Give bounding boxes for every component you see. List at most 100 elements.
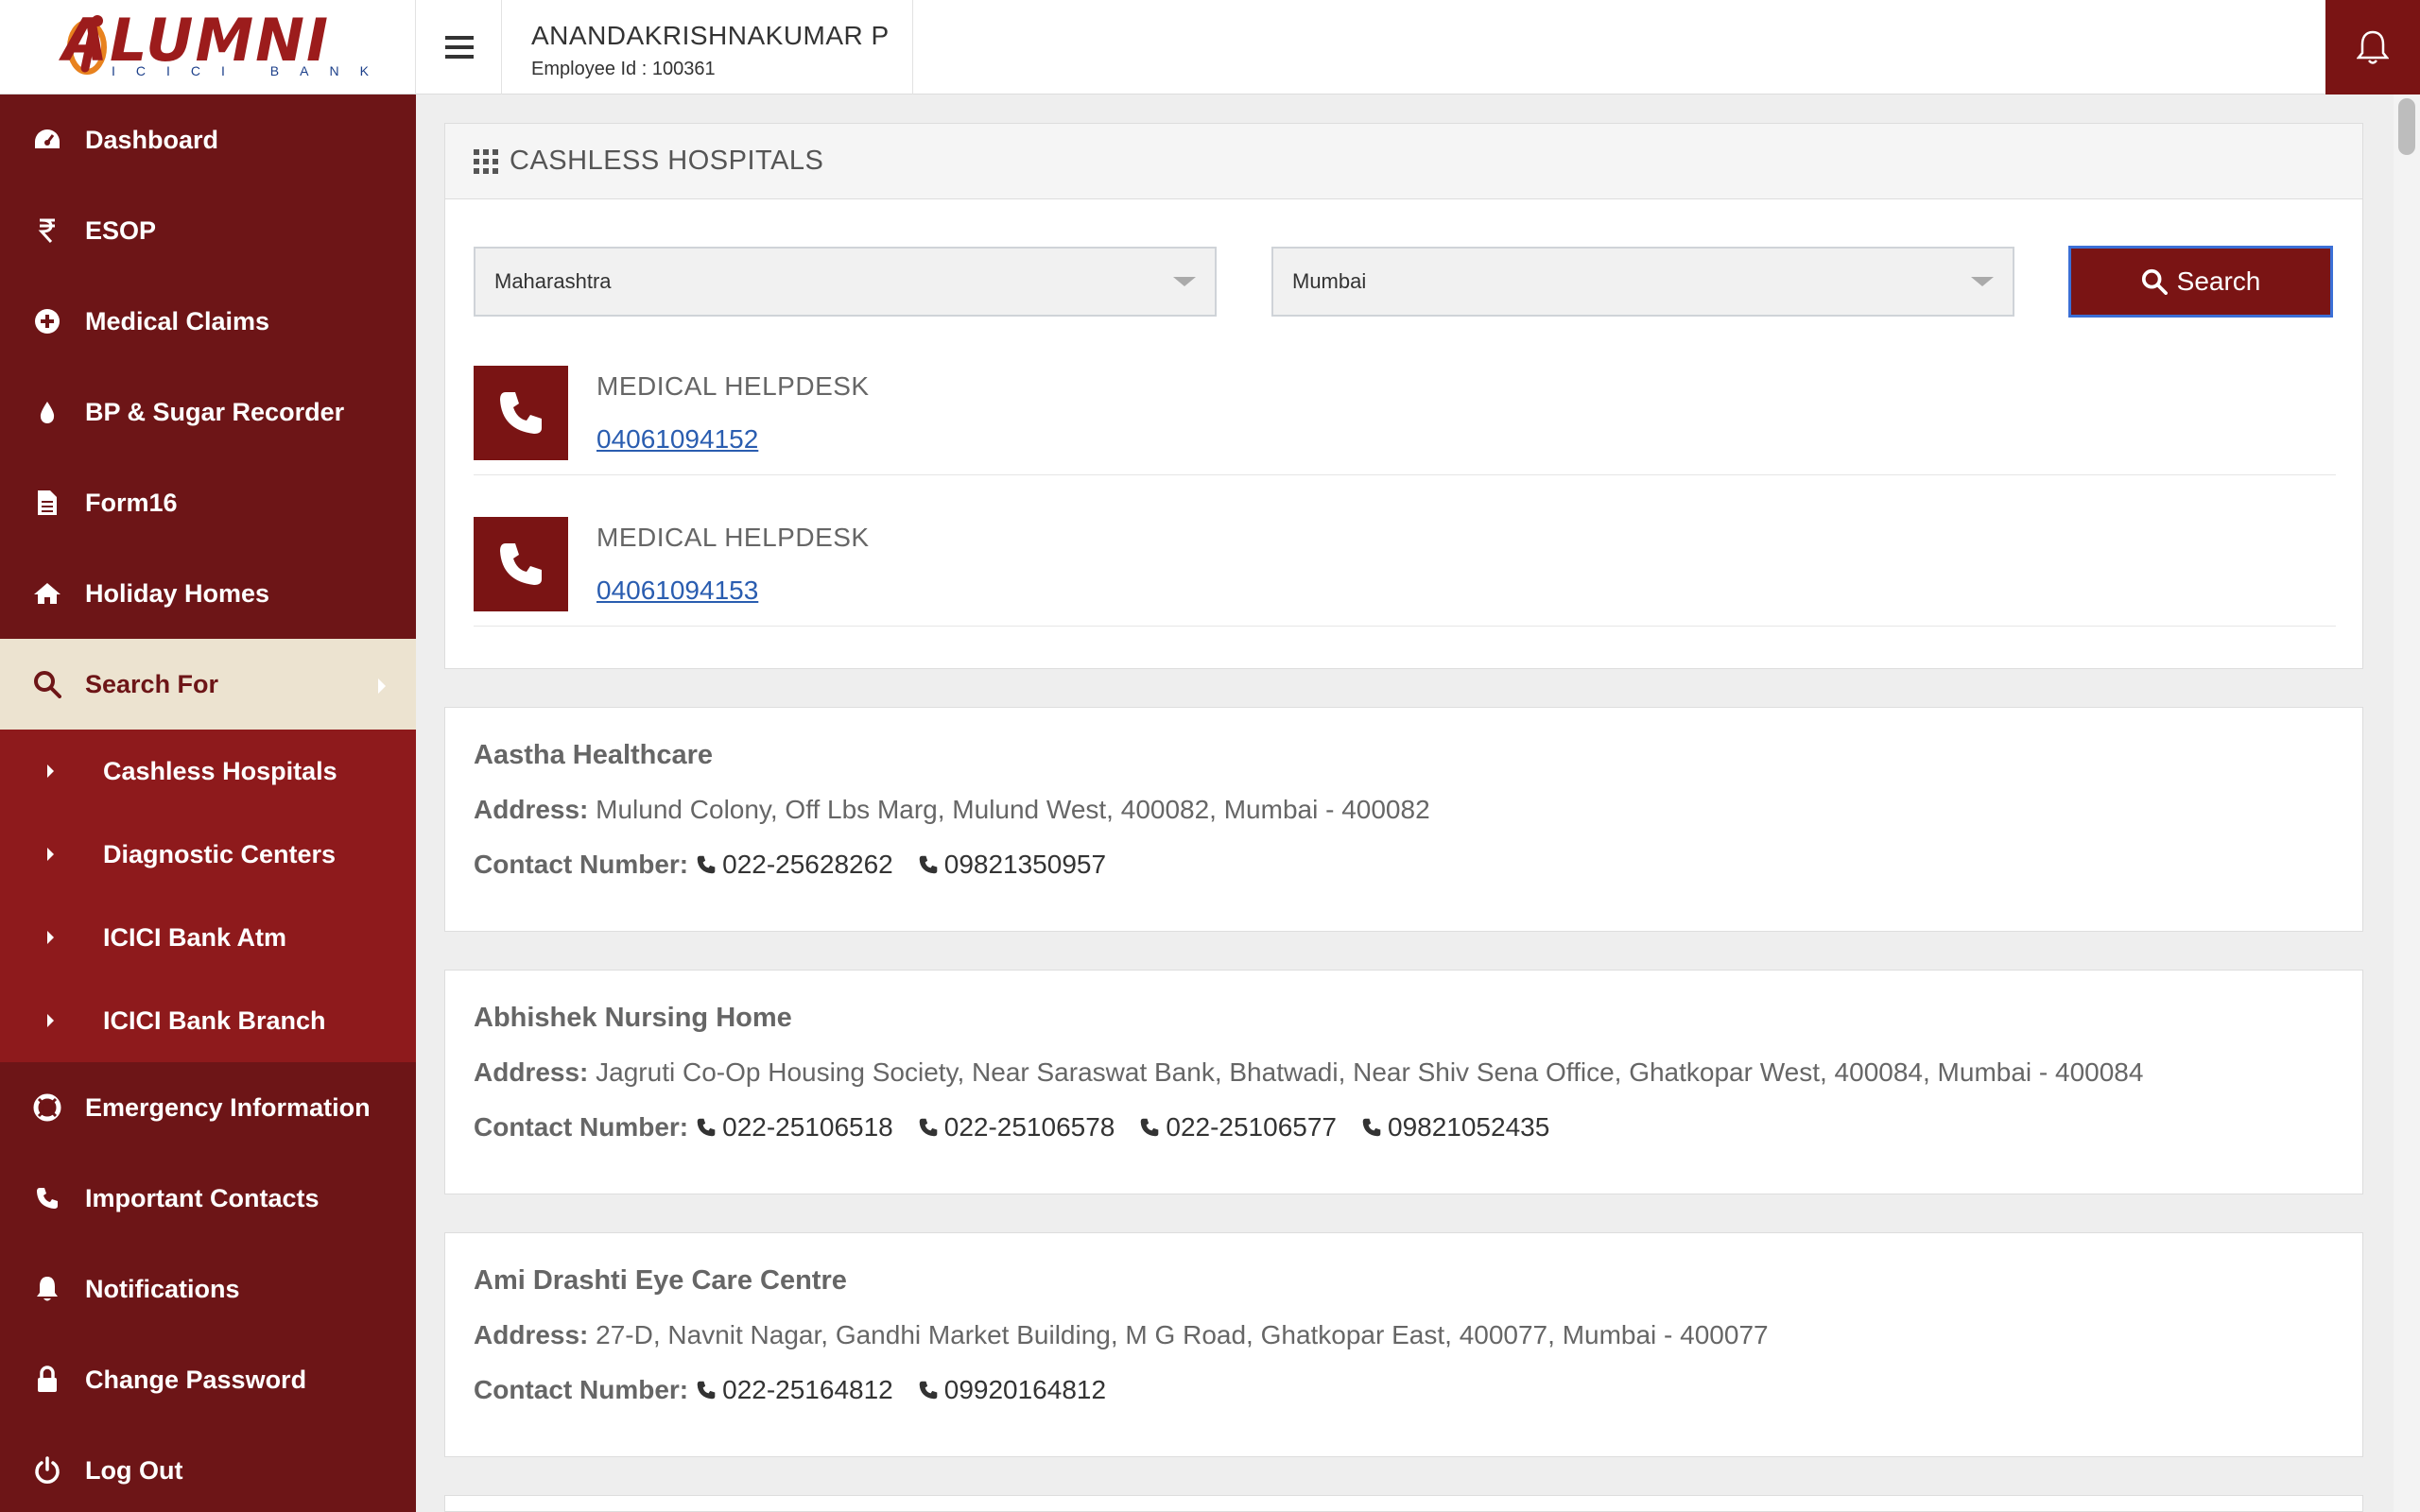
sidebar-item-log-out[interactable]: Log Out xyxy=(0,1425,416,1512)
phone-icon xyxy=(919,1381,938,1400)
employee-id: Employee Id : 100361 xyxy=(531,59,716,79)
hospital-address: Address: 27-D, Navnit Nagar, Gandhi Mark… xyxy=(474,1320,1769,1350)
phone-number-link[interactable]: 022-25106577 xyxy=(1139,1112,1337,1143)
sidebar-item-label: Search For xyxy=(85,669,219,698)
scrollbar-track[interactable] xyxy=(2394,94,2420,1512)
contact-key: Contact Number: xyxy=(474,1375,689,1404)
bell-icon xyxy=(32,1274,62,1304)
submenu-item-cashless-hospitals[interactable]: Cashless Hospitals xyxy=(0,730,416,813)
sidebar: Dashboard ESOP Medical Claims BP & Sugar… xyxy=(0,94,416,1512)
chevron-down-icon xyxy=(1971,277,1994,286)
home-icon xyxy=(32,578,62,609)
city-select[interactable]: Mumbai xyxy=(1271,247,2014,317)
submenu-item-icici-bank-branch[interactable]: ICICI Bank Branch xyxy=(0,979,416,1062)
sidebar-item-medical-claims[interactable]: Medical Claims xyxy=(0,276,416,367)
phone-icon xyxy=(1362,1118,1381,1137)
hospital-card: Ami Drashti Eye Care Centre Address: 27-… xyxy=(444,1232,2363,1457)
document-icon xyxy=(32,488,62,518)
phone-icon xyxy=(32,1183,62,1213)
sidebar-item-holiday-homes[interactable]: Holiday Homes xyxy=(0,548,416,639)
phone-icon xyxy=(474,517,568,611)
sidebar-item-important-contacts[interactable]: Important Contacts xyxy=(0,1153,416,1244)
phone-number-link[interactable]: 09821350957 xyxy=(918,850,1106,880)
address-value: 27-D, Navnit Nagar, Gandhi Market Buildi… xyxy=(596,1320,1769,1349)
phone-icon xyxy=(919,855,938,874)
hospital-card xyxy=(444,1495,2363,1512)
search-icon xyxy=(2141,268,2168,295)
phone-icon xyxy=(474,366,568,460)
helpdesk-phone-link[interactable]: 04061094153 xyxy=(596,576,758,606)
sidebar-item-label: Holiday Homes xyxy=(85,578,270,608)
helpdesk-title: MEDICAL HELPDESK xyxy=(596,371,870,401)
hospital-card: Abhishek Nursing Home Address: Jagruti C… xyxy=(444,970,2363,1194)
sidebar-item-label: Emergency Information xyxy=(85,1092,371,1122)
sidebar-item-label: Form16 xyxy=(85,488,178,517)
caret-right-icon xyxy=(47,1014,54,1027)
sidebar-item-label: Change Password xyxy=(85,1365,307,1394)
lifebuoy-icon xyxy=(32,1092,62,1123)
logo-text: ALUMNI xyxy=(62,6,331,75)
hospital-card: Aastha Healthcare Address: Mulund Colony… xyxy=(444,707,2363,932)
submenu-item-diagnostic-centers[interactable]: Diagnostic Centers xyxy=(0,813,416,896)
hospital-address: Address: Mulund Colony, Off Lbs Marg, Mu… xyxy=(474,795,1430,825)
phone-number-link[interactable]: 022-25106578 xyxy=(918,1112,1115,1143)
caret-right-icon xyxy=(47,931,54,944)
city-select-value: Mumbai xyxy=(1292,269,1367,293)
hospital-contact: Contact Number: 022-25106518 022-2510657… xyxy=(474,1112,1566,1143)
phone-number-link[interactable]: 022-25628262 xyxy=(696,850,893,880)
hospital-contact: Contact Number: 022-25164812 09920164812 xyxy=(474,1375,1123,1405)
caret-right-icon xyxy=(47,765,54,778)
submenu-item-label: Cashless Hospitals xyxy=(103,756,337,785)
sidebar-item-change-password[interactable]: Change Password xyxy=(0,1334,416,1425)
submenu-item-label: ICICI Bank Atm xyxy=(103,922,287,952)
helpdesk-phone-link[interactable]: 04061094152 xyxy=(596,424,758,455)
sidebar-item-label: BP & Sugar Recorder xyxy=(85,397,345,426)
phone-number-link[interactable]: 09821052435 xyxy=(1361,1112,1549,1143)
sidebar-item-form16[interactable]: Form16 xyxy=(0,457,416,548)
hospital-name: Abhishek Nursing Home xyxy=(474,1003,792,1033)
page-title: CASHLESS HOSPITALS xyxy=(510,146,824,176)
sidebar-item-label: Notifications xyxy=(85,1274,240,1303)
cashless-hospitals-panel: CASHLESS HOSPITALS Maharashtra Mumbai ME… xyxy=(444,123,2363,669)
sidebar-item-label: Important Contacts xyxy=(85,1183,320,1212)
sidebar-item-dashboard[interactable]: Dashboard xyxy=(0,94,416,185)
logo[interactable]: ALUMNI ICICI BANK xyxy=(0,0,416,94)
power-icon xyxy=(32,1455,62,1486)
phone-number-link[interactable]: 022-25164812 xyxy=(696,1375,893,1405)
scrollbar-thumb[interactable] xyxy=(2398,98,2415,155)
sidebar-item-esop[interactable]: ESOP xyxy=(0,185,416,276)
dashboard-icon xyxy=(32,125,62,155)
sidebar-item-label: Medical Claims xyxy=(85,306,270,335)
notifications-button[interactable] xyxy=(2325,0,2420,94)
drop-icon xyxy=(32,397,62,427)
rupee-icon xyxy=(32,215,62,246)
contact-key: Contact Number: xyxy=(474,850,689,879)
chevron-down-icon xyxy=(1173,277,1196,286)
caret-right-icon xyxy=(47,848,54,861)
phone-number-link[interactable]: 09920164812 xyxy=(918,1375,1106,1405)
phone-number: 022-25628262 xyxy=(722,850,893,879)
phone-number: 022-25106577 xyxy=(1166,1112,1337,1142)
hamburger-menu-button[interactable] xyxy=(417,0,502,94)
state-select[interactable]: Maharashtra xyxy=(474,247,1217,317)
sidebar-item-bp-sugar-recorder[interactable]: BP & Sugar Recorder xyxy=(0,367,416,457)
panel-header: CASHLESS HOSPITALS xyxy=(445,124,2362,199)
top-bar: ALUMNI ICICI BANK ANANDAKRISHNAKUMAR P E… xyxy=(0,0,2420,94)
phone-number: 09920164812 xyxy=(943,1375,1107,1404)
grid-icon xyxy=(474,148,498,174)
sidebar-item-notifications[interactable]: Notifications xyxy=(0,1244,416,1334)
sidebar-item-label: Dashboard xyxy=(85,125,219,154)
phone-number: 09821052435 xyxy=(1388,1112,1550,1142)
hospital-address: Address: Jagruti Co-Op Housing Society, … xyxy=(474,1057,2143,1088)
address-value: Jagruti Co-Op Housing Society, Near Sara… xyxy=(596,1057,2144,1087)
search-button[interactable]: Search xyxy=(2068,246,2333,318)
helpdesk-row: MEDICAL HELPDESK 04061094152 xyxy=(474,366,2336,475)
submenu-item-label: ICICI Bank Branch xyxy=(103,1005,326,1035)
phone-number-link[interactable]: 022-25106518 xyxy=(696,1112,893,1143)
address-key: Address: xyxy=(474,795,589,824)
user-info: ANANDAKRISHNAKUMAR P Employee Id : 10036… xyxy=(503,0,913,94)
sidebar-item-search-for[interactable]: Search For xyxy=(0,639,416,730)
submenu-item-icici-bank-atm[interactable]: ICICI Bank Atm xyxy=(0,896,416,979)
sidebar-item-emergency-information[interactable]: Emergency Information xyxy=(0,1062,416,1153)
user-name: ANANDAKRISHNAKUMAR P xyxy=(531,21,890,50)
